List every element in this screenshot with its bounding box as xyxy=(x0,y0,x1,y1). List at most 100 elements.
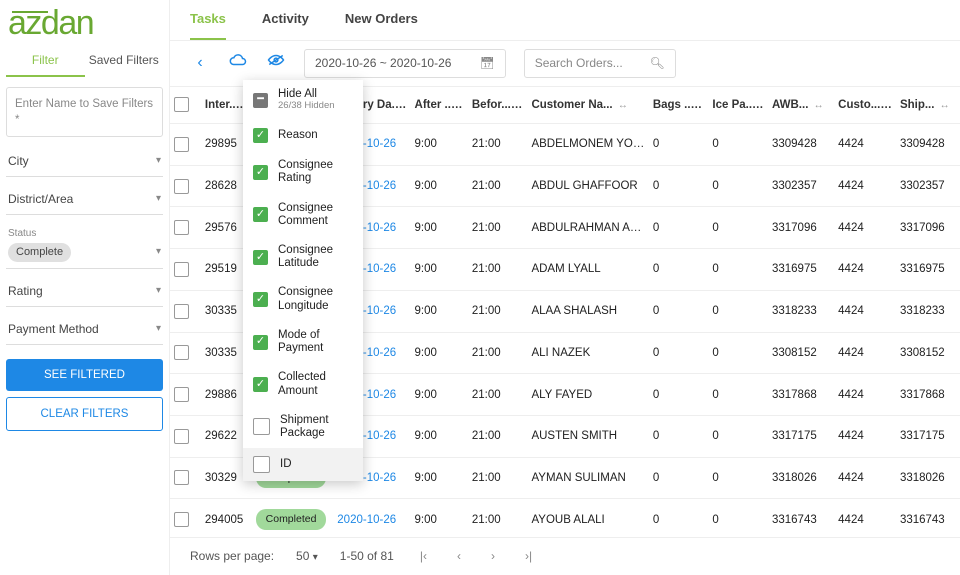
column-header[interactable]: Befor... ↔ xyxy=(468,87,528,124)
column-header[interactable]: Ice Pa... ↔ xyxy=(708,87,768,124)
back-icon[interactable]: ‹ xyxy=(190,52,210,74)
cloud-icon[interactable] xyxy=(228,52,248,74)
sidebar: azdan Filter Saved Filters Enter Name to… xyxy=(0,0,170,575)
sort-icon: ↔ xyxy=(760,100,768,111)
calendar-icon: 📅︎ xyxy=(479,55,494,72)
checkbox-icon[interactable] xyxy=(253,418,270,435)
last-page-button[interactable]: ›| xyxy=(521,548,536,565)
column-toggle-label: Consignee Rating xyxy=(278,159,353,185)
column-toggle-label: Consignee Longitude xyxy=(278,286,353,312)
row-checkbox[interactable] xyxy=(174,345,189,360)
brand-logo: azdan xyxy=(8,4,163,44)
column-visibility-menu[interactable]: ━ Hide All26/38 Hidden ✓ Reason ✓ Consignee R… xyxy=(243,80,363,481)
sort-icon: ↔ xyxy=(459,100,468,111)
sort-icon: ↔ xyxy=(699,100,708,111)
top-tabs: Tasks Activity New Orders xyxy=(170,0,960,41)
filter-district[interactable]: District/Area▾ xyxy=(6,185,163,215)
checkbox-icon[interactable]: ✓ xyxy=(253,335,268,350)
column-toggle-label: Shipment Package xyxy=(280,414,353,440)
sort-icon: ↔ xyxy=(886,100,896,111)
checkbox-icon[interactable]: ✓ xyxy=(253,165,268,180)
table-row[interactable]: 294005Completed2020-10-269:0021:00AYOUB … xyxy=(170,499,960,537)
checkbox-icon[interactable] xyxy=(253,456,270,473)
column-header[interactable]: Custo... ↔ xyxy=(834,87,896,124)
logo-overline xyxy=(12,11,48,13)
column-toggle-option[interactable]: ID xyxy=(243,448,363,481)
row-checkbox[interactable] xyxy=(174,387,189,402)
search-icon: 🔍︎ xyxy=(649,55,664,72)
column-toggle-option[interactable]: ✓ Consignee Comment xyxy=(243,194,363,236)
column-header[interactable]: AWB... ↔ xyxy=(768,87,834,124)
status-chip[interactable]: Complete xyxy=(8,243,71,262)
page-range: 1-50 of 81 xyxy=(340,548,394,565)
clear-filters-button[interactable]: CLEAR FILTERS xyxy=(6,397,163,431)
row-checkbox[interactable] xyxy=(174,304,189,319)
column-toggle-option[interactable]: Shipment Package xyxy=(243,406,363,448)
tab-new-orders[interactable]: New Orders xyxy=(345,10,418,40)
column-header[interactable]: After ... ↔ xyxy=(411,87,468,124)
column-toggle-option[interactable]: ✓ Consignee Rating xyxy=(243,151,363,193)
column-toggle-label: Consignee Latitude xyxy=(278,244,353,270)
indeterminate-checkbox[interactable]: ━ xyxy=(253,93,268,108)
checkbox-icon[interactable]: ✓ xyxy=(253,292,268,307)
filter-rating[interactable]: Rating▾ xyxy=(6,277,163,307)
filter-city[interactable]: City▾ xyxy=(6,147,163,177)
rows-per-page-label: Rows per page: xyxy=(190,548,274,565)
column-header[interactable]: Customer Na... ↔ xyxy=(527,87,648,124)
filter-status[interactable]: Complete ▾ xyxy=(6,237,163,269)
chevron-down-icon: ▾ xyxy=(156,284,161,298)
column-toggle-option[interactable]: ✓ Collected Amount xyxy=(243,363,363,405)
pagination: Rows per page: 50 ▾ 1-50 of 81 |‹ ‹ › ›| xyxy=(170,537,960,575)
column-header[interactable]: Bags ... ↔ xyxy=(649,87,709,124)
search-input[interactable]: Search Orders... 🔍︎ xyxy=(524,49,676,78)
column-toggle-label: Reason xyxy=(278,129,318,142)
row-checkbox[interactable] xyxy=(174,179,189,194)
sort-icon: ↔ xyxy=(940,100,950,111)
column-header[interactable] xyxy=(170,87,201,124)
column-toggle-label: ID xyxy=(280,458,292,471)
column-toggle-label: Mode of Payment xyxy=(278,329,353,355)
column-toggle-option[interactable]: ✓ Consignee Latitude xyxy=(243,236,363,278)
checkbox-icon[interactable]: ✓ xyxy=(253,250,268,265)
save-filter-name-input[interactable]: Enter Name to Save Filters * xyxy=(6,87,163,137)
chevron-down-icon: ▾ xyxy=(156,245,161,259)
row-checkbox[interactable] xyxy=(174,470,189,485)
see-filtered-button[interactable]: SEE FILTERED xyxy=(6,359,163,391)
sort-icon: ↔ xyxy=(814,100,824,111)
prev-page-button[interactable]: ‹ xyxy=(453,548,465,565)
tab-activity[interactable]: Activity xyxy=(262,10,309,40)
row-checkbox[interactable] xyxy=(174,429,189,444)
column-toggle-option[interactable]: ✓ Reason xyxy=(243,120,363,151)
row-checkbox[interactable] xyxy=(174,262,189,277)
checkbox-icon[interactable]: ✓ xyxy=(253,207,268,222)
chevron-down-icon: ▾ xyxy=(156,154,161,168)
sidebar-tab-filter[interactable]: Filter xyxy=(6,46,85,77)
checkbox-icon[interactable]: ✓ xyxy=(253,377,268,392)
sort-icon: ↔ xyxy=(618,100,628,111)
sidebar-tabs: Filter Saved Filters xyxy=(6,46,163,77)
column-toggle-label: Consignee Comment xyxy=(278,202,353,228)
hide-all-option[interactable]: ━ Hide All26/38 Hidden xyxy=(243,80,363,120)
column-toggle-option[interactable]: ✓ Mode of Payment xyxy=(243,321,363,363)
chevron-down-icon: ▾ xyxy=(156,322,161,336)
row-checkbox[interactable] xyxy=(174,512,189,527)
sidebar-tab-saved[interactable]: Saved Filters xyxy=(85,46,164,77)
hide-all-label: Hide All26/38 Hidden xyxy=(278,88,335,112)
rows-per-page-select[interactable]: 50 ▾ xyxy=(296,548,318,565)
row-checkbox[interactable] xyxy=(174,137,189,152)
next-page-button[interactable]: › xyxy=(487,548,499,565)
column-toggle-label: Collected Amount xyxy=(278,371,353,397)
column-toggle-option[interactable]: ✓ Consignee Longitude xyxy=(243,278,363,320)
sort-icon: ↔ xyxy=(516,100,526,111)
select-all-checkbox[interactable] xyxy=(174,97,189,112)
first-page-button[interactable]: |‹ xyxy=(416,548,431,565)
filter-payment[interactable]: Payment Method▾ xyxy=(6,315,163,345)
sort-icon: ↔ xyxy=(406,100,410,111)
chevron-down-icon: ▾ xyxy=(156,192,161,206)
row-checkbox[interactable] xyxy=(174,220,189,235)
visibility-off-icon[interactable] xyxy=(266,52,286,74)
date-range-picker[interactable]: 2020-10-26 ~ 2020-10-26 📅︎ xyxy=(304,49,506,78)
checkbox-icon[interactable]: ✓ xyxy=(253,128,268,143)
column-header[interactable]: Ship... ↔ xyxy=(896,87,960,124)
tab-tasks[interactable]: Tasks xyxy=(190,10,226,40)
